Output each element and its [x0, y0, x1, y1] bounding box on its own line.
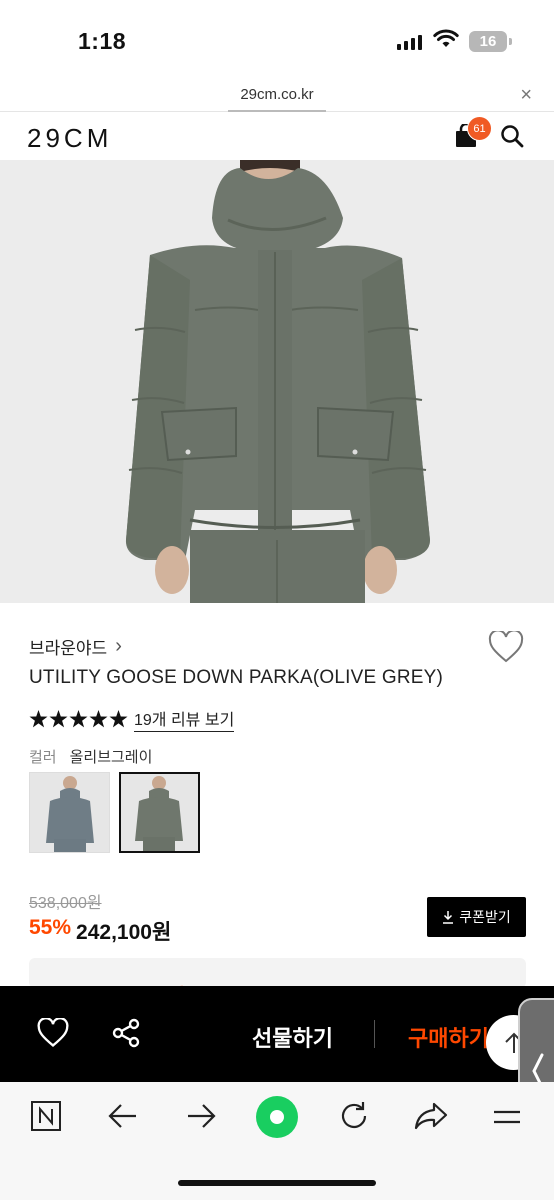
thumbnail-image: [30, 773, 109, 852]
heart-icon[interactable]: [37, 1018, 69, 1048]
cart-count-badge: 61: [467, 116, 492, 141]
naver-green-dot-button[interactable]: [256, 1096, 298, 1138]
search-icon[interactable]: [500, 124, 524, 148]
star-icon: [69, 710, 88, 728]
color-row: 컬러 올리브그레이: [29, 746, 152, 767]
divider: [374, 1020, 375, 1048]
review-link[interactable]: 19개 리뷰 보기: [134, 706, 235, 732]
star-icon: [109, 710, 128, 728]
share-forward-icon[interactable]: [414, 1100, 448, 1132]
price-row: 55% 242,100원: [29, 916, 171, 946]
price-summary-box: 55% 242,100원: [29, 958, 526, 988]
battery-indicator: 16: [469, 31, 512, 52]
site-logo[interactable]: 29CM: [27, 123, 112, 154]
url-text[interactable]: 29cm.co.kr: [0, 86, 554, 103]
product-hero-image[interactable]: [0, 160, 554, 603]
star-icon: [29, 710, 48, 728]
refresh-icon[interactable]: [338, 1100, 370, 1132]
purchase-action-bar: 선물하기 구매하기: [0, 986, 554, 1082]
star-rating: [29, 710, 128, 728]
star-icon: [49, 710, 68, 728]
coupon-button[interactable]: 쿠폰받기: [427, 897, 526, 937]
rating-row: 19개 리뷰 보기: [29, 706, 235, 732]
chevron-right-icon: ›: [115, 635, 122, 657]
close-icon[interactable]: ×: [520, 84, 532, 107]
parka-illustration: [0, 160, 554, 603]
color-option-thumbnail-selected[interactable]: [119, 772, 200, 853]
buy-button[interactable]: 구매하기: [408, 1021, 489, 1053]
back-arrow-icon[interactable]: [108, 1100, 138, 1132]
wifi-icon: [433, 29, 459, 47]
color-label: 컬러: [29, 749, 57, 766]
color-value: 올리브그레이: [69, 749, 153, 766]
star-icon: [89, 710, 108, 728]
color-option-thumbnail[interactable]: [29, 772, 110, 853]
gift-button[interactable]: 선물하기: [252, 1021, 333, 1053]
signal-icon: [397, 34, 422, 50]
brand-name: 브라운야드: [29, 639, 108, 658]
brand-link[interactable]: 브라운야드 ›: [29, 634, 122, 659]
status-bar: 1:18 16: [0, 0, 554, 80]
heart-icon[interactable]: [488, 631, 524, 663]
share-icon[interactable]: [112, 1018, 140, 1048]
home-indicator: [178, 1180, 376, 1186]
forward-arrow-icon[interactable]: [186, 1100, 216, 1132]
original-price: 538,000원: [29, 895, 102, 912]
thumbnail-image: [121, 774, 198, 851]
address-bar[interactable]: 29cm.co.kr ×: [0, 80, 554, 112]
status-time: 1:18: [78, 28, 127, 54]
naver-n-icon[interactable]: [30, 1100, 62, 1132]
download-icon: [443, 911, 454, 924]
discount-rate: 55%: [29, 916, 72, 939]
menu-icon[interactable]: [492, 1100, 522, 1132]
coupon-label: 쿠폰받기: [459, 909, 511, 925]
product-title: UTILITY GOOSE DOWN PARKA(OLIVE GREY): [29, 667, 444, 688]
sale-price: 242,100원: [76, 921, 172, 944]
